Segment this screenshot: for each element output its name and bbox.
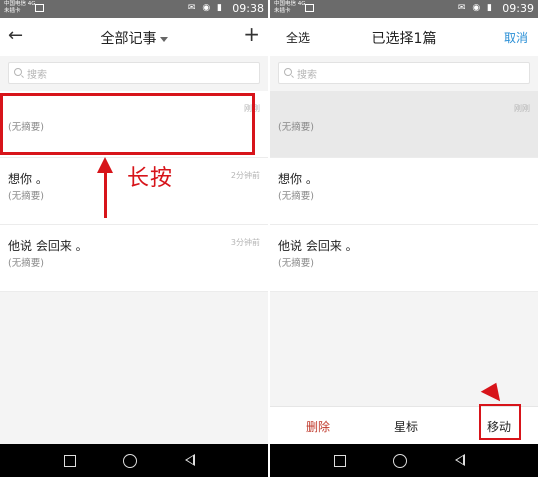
note-summary: (无摘要) [278,258,314,269]
status-time: 09:39 [502,2,534,15]
note-summary: (无摘要) [278,122,314,133]
highlight-box [479,404,521,440]
nav-circle-icon[interactable] [393,454,407,468]
status-bar: 中国电信 4G 未插卡 ✉ ◉ ▮ 09:39 [270,0,538,18]
note-summary: (无摘要) [278,191,314,202]
nav-circle-icon[interactable] [123,454,137,468]
top-bar: 全选 已选择1篇 取消 [270,18,538,56]
note-time: 刚刚 [514,104,530,113]
nav-square-icon[interactable] [334,455,346,467]
note-summary: (无摘要) [8,258,44,269]
search-area: 搜索 [270,56,538,90]
gallery-icon [35,4,44,12]
nav-back-icon[interactable] [185,454,195,466]
right-screen: 中国电信 4G 未插卡 ✉ ◉ ▮ 09:39 全选 已选择1篇 取消 搜索 (… [270,0,538,477]
system-nav-bar [0,444,268,477]
note-title: 想你 。 [278,172,318,186]
page-title-text: 全部记事 [100,31,157,47]
search-icon [14,68,22,76]
arrow-shaft [104,170,107,218]
annotation-label: 长按 [127,166,174,191]
status-time: 09:38 [232,2,264,15]
highlight-box [0,93,255,155]
status-icons: ✉ ◉ ▮ [457,3,494,13]
note-title: 想你 。 [8,172,48,186]
left-screen: 中国电信 4G 未插卡 ✉ ◉ ▮ 09:38 ← 全部记事 + 搜索 (无摘要… [0,0,268,477]
note-title: 他说 会回来 。 [278,239,358,253]
note-item[interactable]: 他说 会回来 。 (无摘要) 3分钟前 [0,225,268,292]
system-nav-bar [270,444,538,477]
note-time: 2分钟前 [230,171,260,180]
status-icons: ✉ ◉ ▮ [187,3,224,13]
note-title: 他说 会回来 。 [8,239,88,253]
top-bar: ← 全部记事 + [0,18,268,56]
selection-title: 已选择1篇 [371,31,437,47]
search-area: 搜索 [0,56,268,90]
nav-square-icon[interactable] [64,455,76,467]
delete-button[interactable]: 删除 [306,418,330,435]
note-item-selected[interactable]: (无摘要) 刚刚 [270,91,538,158]
search-input[interactable]: 搜索 [8,62,260,84]
caret-down-icon [159,36,168,42]
nav-back-icon[interactable] [455,454,465,466]
note-item[interactable]: 他说 会回来 。 (无摘要) [270,225,538,292]
cancel-button[interactable]: 取消 [504,29,528,46]
note-item[interactable]: 想你 。 (无摘要) [270,158,538,225]
star-button[interactable]: 星标 [394,418,418,435]
search-placeholder: 搜索 [27,70,47,81]
status-bar: 中国电信 4G 未插卡 ✉ ◉ ▮ 09:38 [0,0,268,18]
search-input[interactable]: 搜索 [278,62,530,84]
search-icon [284,68,292,76]
plus-icon[interactable]: + [243,24,260,44]
note-time: 3分钟前 [230,238,260,247]
page-title[interactable]: 全部记事 [0,28,268,48]
note-summary: (无摘要) [8,191,44,202]
gallery-icon [305,4,314,12]
search-placeholder: 搜索 [297,70,317,81]
